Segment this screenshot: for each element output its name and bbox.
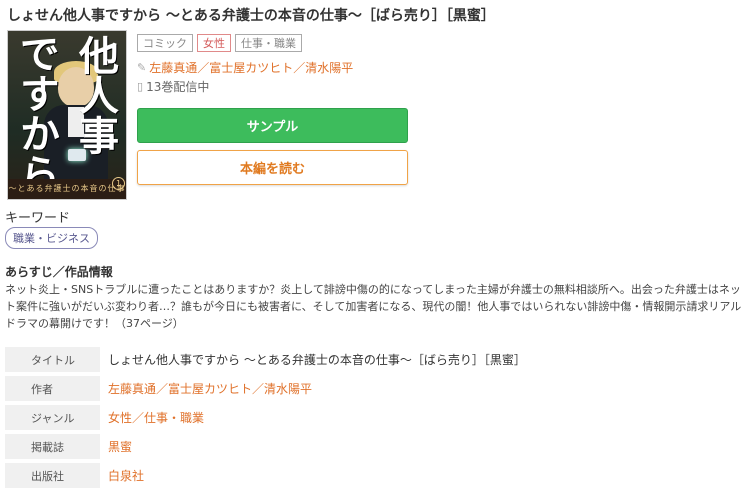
author-links[interactable]: 左藤真通／富士屋カツヒト／清水陽平 <box>149 59 353 76</box>
read-button[interactable]: 本編を読む <box>137 150 408 185</box>
synopsis-text: ネット炎上・SNSトラブルに遭ったことはありますか？炎上して誹謗中傷の的になって… <box>5 283 742 330</box>
info-label: ジャンル <box>5 405 100 430</box>
cover-subtitle-band: ～とある弁護士の本音の仕事～ <box>8 179 126 199</box>
cover-image[interactable]: ですから 他人事 ～とある弁護士の本音の仕事～ 1 <box>7 30 127 200</box>
pen-icon: ✎ <box>137 61 147 74</box>
info-row-magazine: 掲載誌 黒蜜 <box>5 432 745 461</box>
info-value-link[interactable]: 白泉社 <box>108 467 144 484</box>
info-row-genre: ジャンル 女性／仕事・職業 <box>5 403 745 432</box>
book-icon: ▯ <box>137 80 144 93</box>
info-row-author: 作者 左藤真通／富士屋カツヒト／清水陽平 <box>5 374 745 403</box>
info-label: 作者 <box>5 376 100 401</box>
info-label: 出版社 <box>5 463 100 488</box>
sample-button[interactable]: サンプル <box>137 108 408 143</box>
tag-female[interactable]: 女性 <box>197 34 231 52</box>
info-row-publisher: 出版社 白泉社 <box>5 461 745 489</box>
info-value-link[interactable]: 女性／仕事・職業 <box>108 409 204 426</box>
info-row-title: タイトル しょせん他人事ですから ～とある弁護士の本音の仕事～［ばら売り］［黒蜜… <box>5 345 745 374</box>
keyword-heading: キーワード <box>5 211 71 226</box>
tag-list: コミック 女性 仕事・職業 <box>137 34 302 52</box>
keyword-chip[interactable]: 職業・ビジネス <box>5 227 98 249</box>
tag-comic[interactable]: コミック <box>137 34 193 52</box>
volume-count: 13巻配信中 <box>146 80 210 94</box>
cover-title-right: 他人事 <box>72 35 119 155</box>
author-line: ✎ 左藤真通／富士屋カツヒト／清水陽平 <box>137 59 353 76</box>
info-value-link[interactable]: 黒蜜 <box>108 438 132 455</box>
synopsis-heading: あらすじ／作品情報 <box>5 265 113 279</box>
cover-title-left: ですから <box>13 33 60 193</box>
tag-occupation[interactable]: 仕事・職業 <box>235 34 302 52</box>
page-title: しょせん他人事ですから ～とある弁護士の本音の仕事～［ばら売り］［黒蜜］ <box>7 8 495 24</box>
info-label: 掲載誌 <box>5 434 100 459</box>
info-label: タイトル <box>5 347 100 372</box>
info-value-link[interactable]: 左藤真通／富士屋カツヒト／清水陽平 <box>108 380 312 397</box>
volume-line: ▯ 13巻配信中 <box>137 78 209 95</box>
info-table: タイトル しょせん他人事ですから ～とある弁護士の本音の仕事～［ばら売り］［黒蜜… <box>5 345 745 489</box>
cover-volume-number: 1 <box>112 177 125 190</box>
info-value: しょせん他人事ですから ～とある弁護士の本音の仕事～［ばら売り］［黒蜜］ <box>108 353 526 367</box>
